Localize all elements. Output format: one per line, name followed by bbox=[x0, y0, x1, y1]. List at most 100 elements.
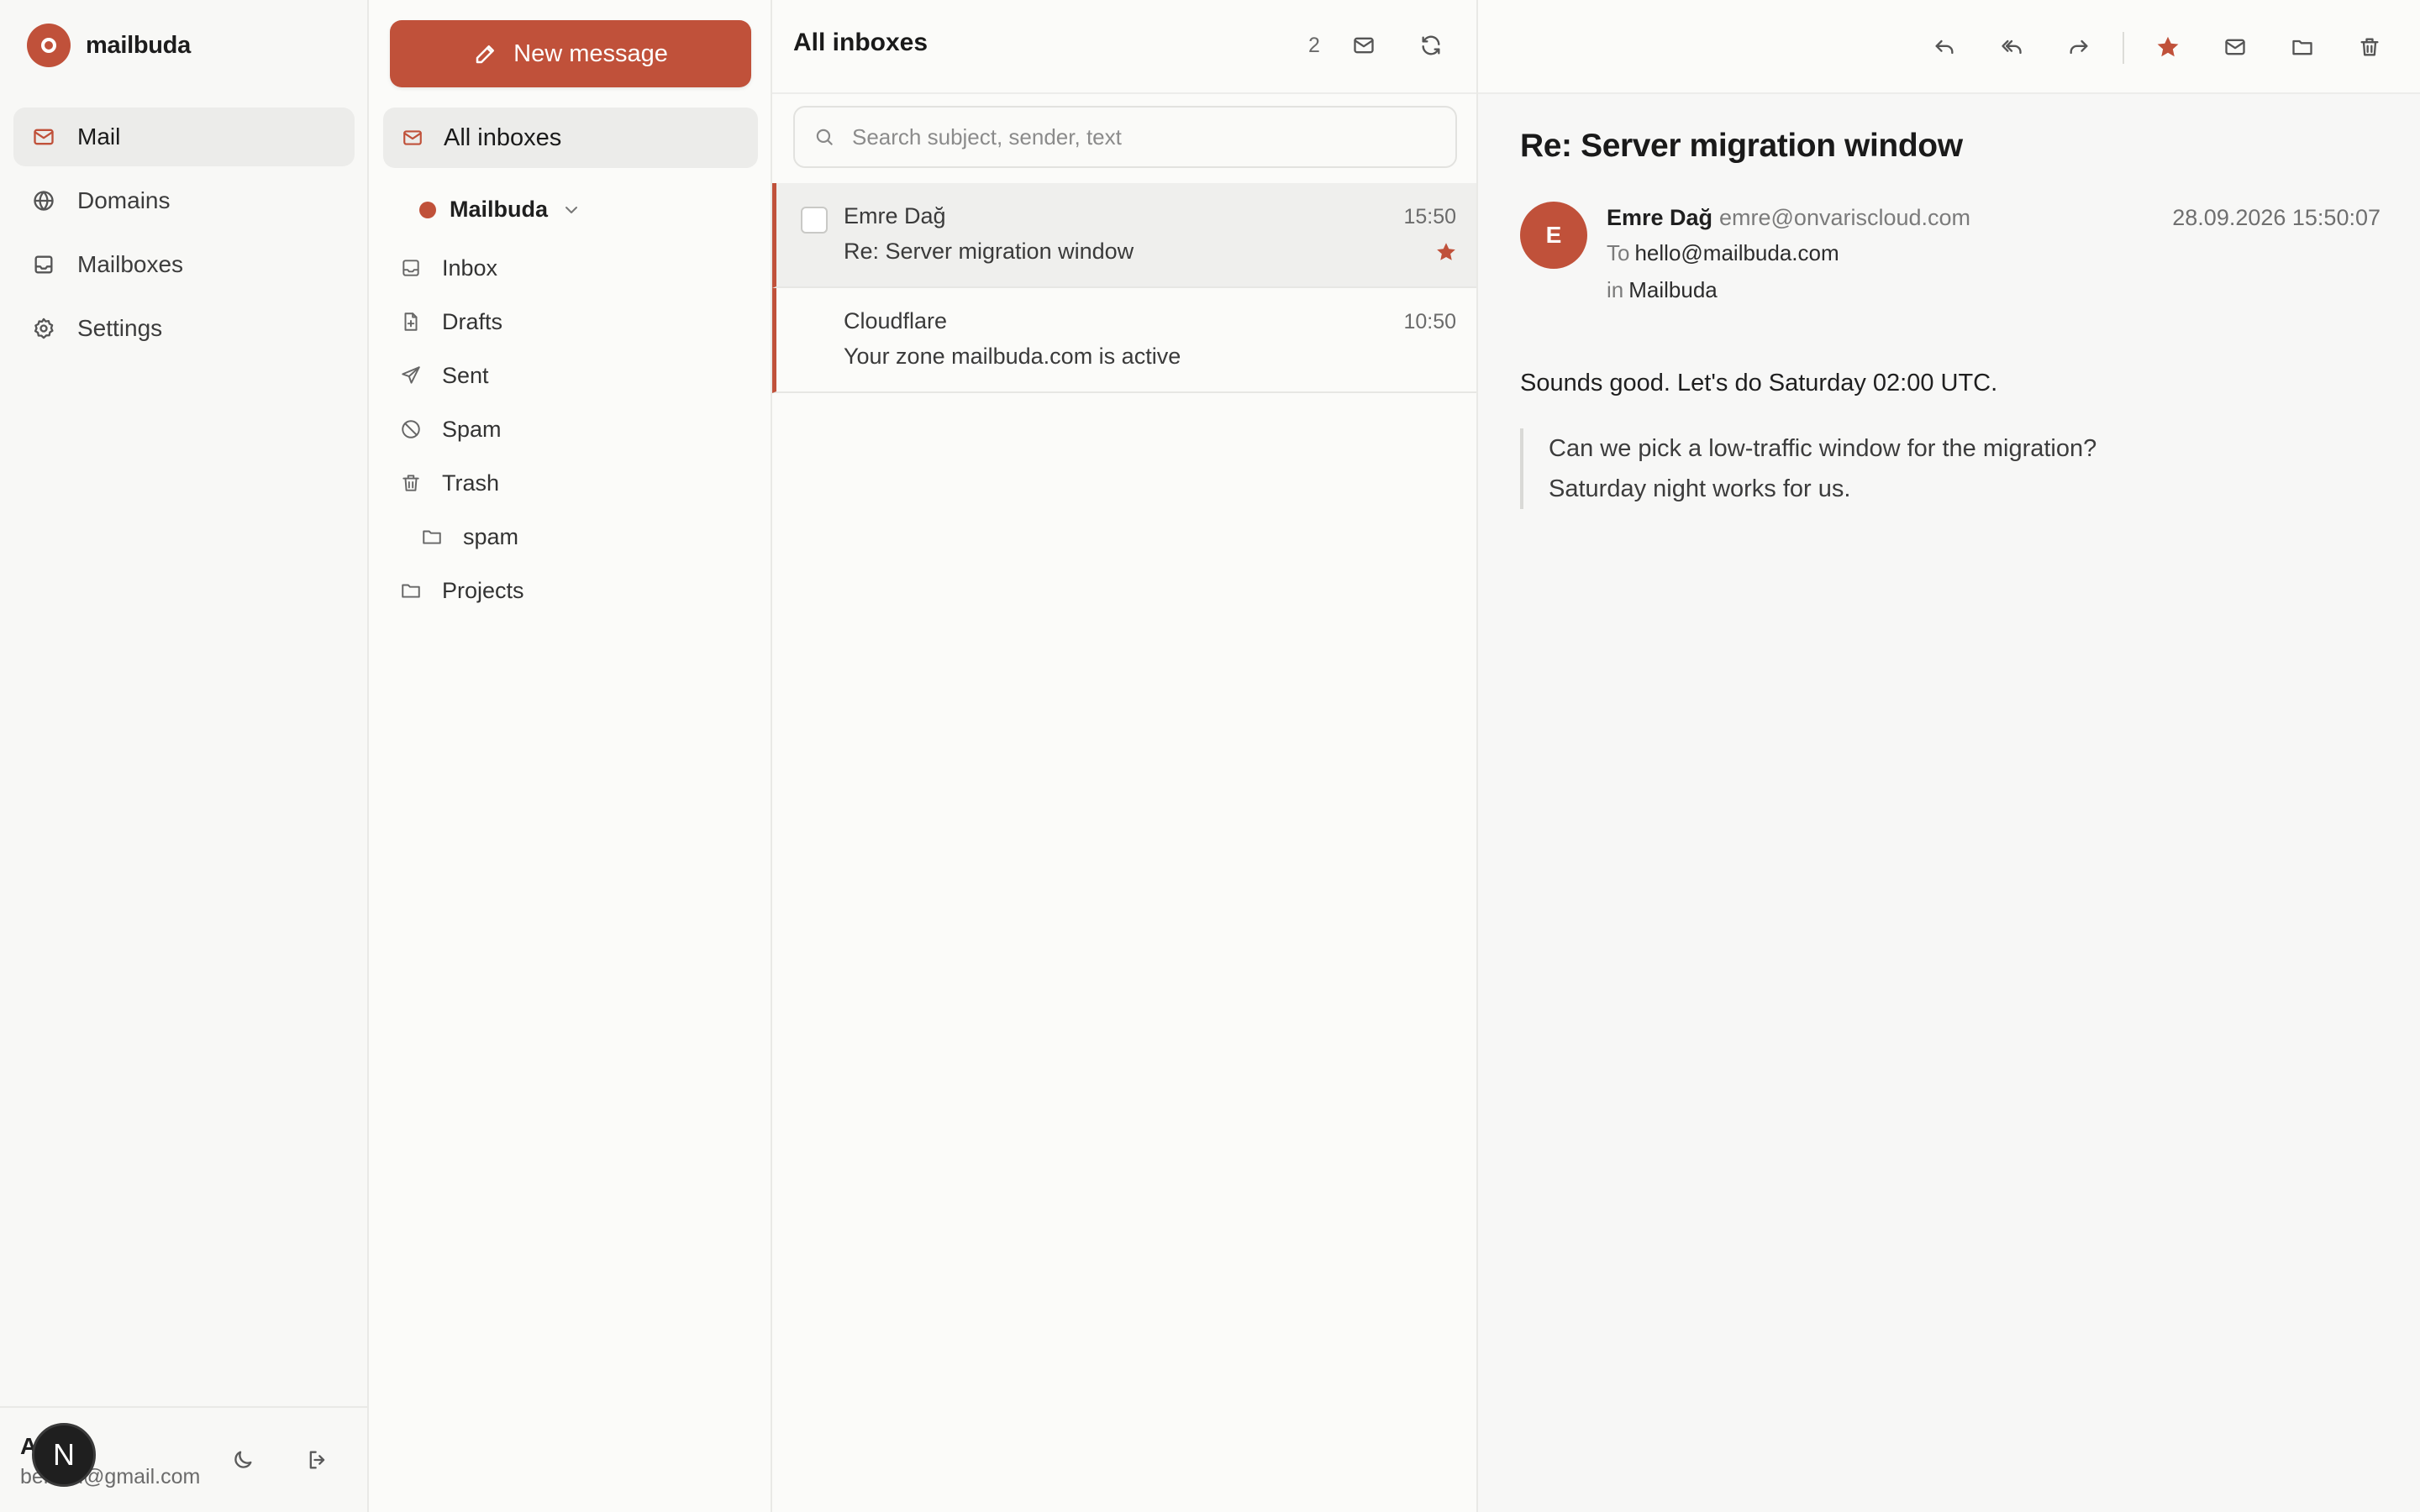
folder-inbox[interactable]: Inbox bbox=[400, 249, 497, 286]
sender-name: Emre Dağ bbox=[1607, 205, 1713, 230]
message-row[interactable]: Cloudflare Your zone mailbuda.com is act… bbox=[772, 288, 1476, 393]
folder-sent[interactable]: Sent bbox=[400, 357, 489, 394]
mailbox-line: in Mailbuda bbox=[1607, 277, 1718, 303]
inbox-icon bbox=[400, 257, 422, 279]
nav-item-label: Settings bbox=[77, 315, 163, 341]
nav-item-mailboxes[interactable]: Mailboxes bbox=[13, 235, 355, 294]
folder-label: Drafts bbox=[442, 308, 503, 334]
folder-label: Inbox bbox=[442, 255, 498, 281]
theme-toggle-button[interactable] bbox=[223, 1440, 263, 1480]
reply-icon bbox=[1933, 35, 1956, 59]
folder-icon bbox=[400, 580, 422, 601]
to-label: To bbox=[1607, 240, 1630, 265]
folder-trash[interactable]: Trash bbox=[400, 465, 499, 501]
reader-toolbar bbox=[1478, 0, 2420, 94]
folder-label: Spam bbox=[442, 416, 502, 442]
folder-panel: New message All inboxes Mailbuda Inbox D… bbox=[369, 0, 772, 1512]
sender-avatar: E bbox=[1520, 202, 1587, 269]
trash-icon bbox=[400, 472, 422, 494]
message-row[interactable]: Emre Dağ Re: Server migration window 15:… bbox=[772, 183, 1476, 288]
new-message-label: New message bbox=[513, 39, 668, 67]
quote-line: Can we pick a low-traffic window for the… bbox=[1549, 435, 2097, 462]
mailbox-name: Mailbuda bbox=[1628, 277, 1718, 302]
send-icon bbox=[400, 365, 422, 386]
brand[interactable]: mailbuda bbox=[27, 24, 191, 67]
nav-item-label: Mailboxes bbox=[77, 251, 184, 277]
all-inboxes-item[interactable]: All inboxes bbox=[383, 108, 758, 168]
in-label: in bbox=[1607, 277, 1624, 302]
message-sender: Emre Dağ bbox=[844, 203, 946, 228]
star-icon bbox=[2154, 34, 2181, 60]
search-input[interactable] bbox=[852, 123, 1440, 150]
recipient-line: To hello@mailbuda.com bbox=[1607, 240, 1839, 266]
mark-read-button[interactable] bbox=[1345, 27, 1382, 64]
message-subject-heading: Re: Server migration window bbox=[1520, 128, 1963, 164]
avatar[interactable]: N bbox=[32, 1423, 96, 1487]
list-header: All inboxes 2 bbox=[772, 0, 1476, 94]
globe-icon bbox=[32, 189, 55, 213]
main-nav: Mail Domains Mailboxes Settings bbox=[13, 108, 355, 363]
message-subject: Your zone mailbuda.com is active bbox=[844, 344, 1181, 369]
quote-line: Saturday night works for us. bbox=[1549, 475, 1851, 502]
reply-all-icon bbox=[2000, 35, 2023, 59]
folder-projects[interactable]: Projects bbox=[400, 572, 524, 609]
search-box[interactable] bbox=[793, 106, 1457, 168]
message-body: Sounds good. Let's do Saturday 02:00 UTC… bbox=[1520, 370, 1998, 396]
mail-icon bbox=[32, 125, 55, 149]
search-icon bbox=[813, 126, 835, 148]
app-sidebar: mailbuda Mail Domains Mailboxes Settings bbox=[0, 0, 369, 1512]
account-name: Mailbuda bbox=[450, 197, 549, 222]
message-subject: Re: Server migration window bbox=[844, 239, 1134, 264]
chevron-down-icon bbox=[561, 200, 581, 220]
message-reader: Re: Server migration window E Emre Dağ e… bbox=[1478, 0, 2420, 1512]
folder-drafts[interactable]: Drafts bbox=[400, 303, 502, 340]
star-icon[interactable] bbox=[1434, 240, 1458, 264]
star-button[interactable] bbox=[2148, 27, 2188, 67]
message-date: 28.09.2026 15:50:07 bbox=[2172, 205, 2381, 230]
brand-logo bbox=[27, 24, 71, 67]
refresh-button[interactable] bbox=[1413, 27, 1449, 64]
moon-icon bbox=[231, 1448, 255, 1472]
nav-item-domains[interactable]: Domains bbox=[13, 171, 355, 230]
move-to-folder-button[interactable] bbox=[2282, 27, 2323, 67]
folder-label: Projects bbox=[442, 577, 524, 603]
folder-trash-spam[interactable]: spam bbox=[421, 518, 518, 555]
logout-button[interactable] bbox=[297, 1440, 338, 1480]
logout-icon bbox=[306, 1448, 329, 1472]
gear-icon bbox=[32, 317, 55, 340]
refresh-icon bbox=[1419, 34, 1443, 57]
nav-item-mail[interactable]: Mail bbox=[13, 108, 355, 166]
forward-icon bbox=[2067, 35, 2091, 59]
message-count: 2 bbox=[1308, 34, 1320, 57]
quoted-text: Can we pick a low-traffic window for the… bbox=[1520, 428, 2276, 509]
ban-icon bbox=[400, 418, 422, 440]
nav-item-label: Mail bbox=[77, 123, 121, 150]
account-toggle[interactable]: Mailbuda bbox=[419, 197, 581, 223]
message-sender: Cloudflare bbox=[844, 308, 948, 333]
forward-button[interactable] bbox=[2059, 27, 2099, 67]
message-time: 15:50 bbox=[1403, 205, 1456, 228]
message-checkbox[interactable] bbox=[801, 207, 828, 234]
reply-all-button[interactable] bbox=[1991, 27, 2032, 67]
inbox-icon bbox=[32, 253, 55, 276]
mail-icon bbox=[1352, 34, 1376, 57]
reply-button[interactable] bbox=[1924, 27, 1965, 67]
user-footer: A berkcu@gmail.com N bbox=[0, 1406, 367, 1512]
draft-file-icon bbox=[400, 311, 422, 333]
sender-email[interactable]: emre@onvariscloud.com bbox=[1719, 205, 1970, 231]
mail-icon bbox=[2223, 35, 2247, 59]
new-message-button[interactable]: New message bbox=[390, 20, 751, 87]
folder-label: Sent bbox=[442, 362, 489, 388]
brand-name: mailbuda bbox=[86, 31, 191, 59]
nav-item-settings[interactable]: Settings bbox=[13, 299, 355, 358]
delete-button[interactable] bbox=[2349, 27, 2390, 67]
folder-spam[interactable]: Spam bbox=[400, 411, 502, 448]
trash-icon bbox=[2358, 35, 2381, 59]
message-time: 10:50 bbox=[1403, 310, 1456, 333]
mark-unread-button[interactable] bbox=[2215, 27, 2255, 67]
toolbar-divider bbox=[2123, 32, 2124, 64]
nav-item-label: Domains bbox=[77, 187, 171, 213]
message-list-panel: All inboxes 2 Emre Dağ Re: Server migrat… bbox=[772, 0, 1478, 1512]
folder-label: Trash bbox=[442, 470, 500, 496]
list-title: All inboxes bbox=[793, 29, 929, 56]
